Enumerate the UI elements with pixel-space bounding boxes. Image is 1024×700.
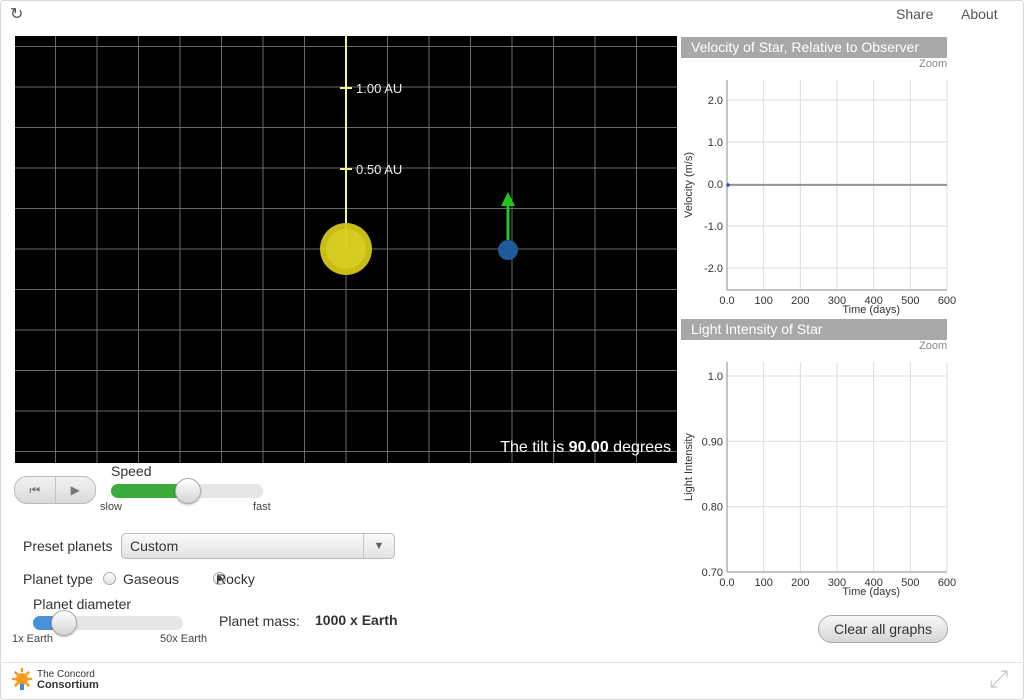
light-graph[interactable]: 1.00.900.800.70 0.0 100 200 300 400 500 600 Ti… [680, 354, 964, 600]
velocity-graph[interactable]: 2.01.00.0-1.0-2.0 0.0 100 200 300 400 500 600 … [680, 72, 964, 318]
concord-logo[interactable]: The Concord Consortium [10, 668, 99, 692]
concord-logo-text: The Concord Consortium [37, 668, 99, 691]
planet[interactable] [498, 240, 518, 260]
speed-min-label: slow [100, 501, 123, 513]
star-glow [326, 229, 366, 269]
chevron-down-icon: ▼ [363, 534, 394, 558]
light-x-label: Time (days) [842, 586, 900, 598]
velocity-x-tick: 600 [938, 295, 956, 307]
speed-max-label: fast [253, 501, 271, 513]
velocity-x-tick: 500 [901, 295, 919, 307]
scale-label-1au: 1.00 AU [356, 81, 402, 96]
velocity-x-tick: 100 [754, 295, 772, 307]
planet-diameter-label: Planet diameter [33, 596, 132, 612]
velocity-x-label: Time (days) [842, 304, 900, 316]
about-link[interactable]: About [961, 6, 998, 22]
preset-planets-select[interactable]: Custom ▼ [121, 533, 395, 559]
concord-logo-icon [11, 668, 33, 690]
clear-all-graphs-button[interactable]: Clear all graphs [818, 615, 948, 643]
light-x-tick: 100 [754, 577, 772, 589]
play-icon: ▶ [70, 483, 80, 497]
reset-button[interactable]: ⏮ [15, 477, 56, 503]
diameter-slider-handle[interactable] [51, 610, 77, 636]
orbit-view[interactable]: 1.00 AU 0.50 AU The tilt is 90.00 degree… [15, 36, 677, 463]
play-button[interactable]: ▶ [56, 477, 96, 503]
speed-slider-handle[interactable] [175, 478, 201, 504]
light-x-tick: 200 [791, 577, 809, 589]
light-zoom-button[interactable]: Zoom [919, 340, 947, 352]
planet-type-gaseous-label[interactable]: Gaseous [123, 571, 179, 587]
playback-controls: ⏮ ▶ [14, 476, 96, 504]
light-y-label: Light Intensity [683, 433, 695, 501]
footer-divider [0, 662, 1022, 663]
fullscreen-icon[interactable]: ⤢ [989, 666, 1008, 694]
light-x-tick: 600 [938, 577, 956, 589]
light-x-tick: 0.0 [719, 577, 734, 589]
diameter-max-label: 50x Earth [160, 633, 208, 645]
velocity-y-tick: 2.0 [708, 95, 723, 107]
velocity-y-tick: 0.0 [708, 179, 723, 191]
diameter-slider[interactable] [33, 610, 183, 636]
planet-type-gaseous-radio[interactable] [103, 572, 116, 585]
planet-type-label: Planet type [23, 571, 94, 587]
velocity-y-tick: 1.0 [708, 137, 723, 149]
light-graph-title: Light Intensity of Star [681, 319, 947, 340]
velocity-graph-title: Velocity of Star, Relative to Observer [681, 37, 947, 58]
share-link[interactable]: Share [896, 6, 933, 22]
light-x-tick: 500 [901, 577, 919, 589]
reset-icon: ⏮ [29, 482, 41, 497]
velocity-arrow-head[interactable] [501, 192, 515, 206]
speed-slider[interactable] [111, 478, 263, 504]
preset-planets-label: Preset planets [23, 538, 113, 554]
tilt-value: 90.00 [568, 439, 609, 456]
velocity-x-tick: 200 [791, 295, 809, 307]
diameter-min-label: 1x Earth [12, 633, 53, 645]
planet-type-rocky-label[interactable]: Rocky [216, 571, 255, 587]
velocity-data-point [726, 183, 730, 187]
planet-mass-value: 1000 x Earth [315, 612, 398, 628]
scale-label-half-au: 0.50 AU [356, 162, 402, 177]
velocity-x-tick: 0.0 [719, 295, 734, 307]
tilt-readout: The tilt is 90.00 degrees [500, 439, 671, 456]
speed-label: Speed [111, 463, 152, 479]
light-y-tick: 0.80 [702, 502, 723, 514]
light-y-tick: 1.0 [708, 371, 723, 383]
velocity-y-label: Velocity (m/s) [683, 152, 695, 218]
light-y-tick: 0.90 [702, 436, 723, 448]
velocity-y-tick: -2.0 [704, 263, 723, 275]
velocity-zoom-button[interactable]: Zoom [919, 58, 947, 70]
preset-planets-value: Custom [130, 538, 179, 554]
orbit-canvas: 1.00 AU 0.50 AU [15, 36, 677, 463]
velocity-y-tick: -1.0 [704, 221, 723, 233]
reload-icon[interactable]: ↻ [10, 4, 23, 24]
planet-mass-label: Planet mass: [219, 613, 300, 629]
